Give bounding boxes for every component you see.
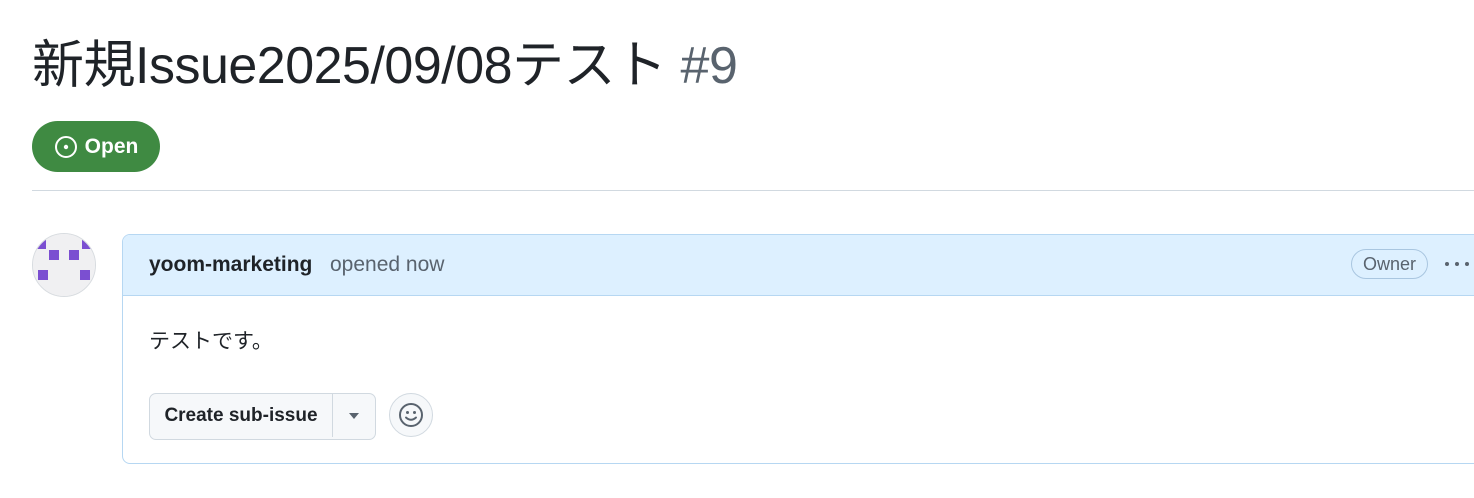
author-avatar[interactable] [32, 233, 96, 297]
issue-number: #9 [680, 37, 738, 95]
issue-title: 新規Issue2025/09/08テスト #9 [32, 30, 738, 102]
issue-title-text: 新規Issue2025/09/08テスト [32, 37, 667, 95]
triangle-down-icon [349, 412, 359, 419]
comment-body: テストです。 [149, 329, 273, 353]
issue-opened-icon [54, 135, 78, 159]
comment-author-link[interactable]: yoom-marketing [149, 253, 312, 277]
comment-header: yoom-marketing opened now Owner [123, 235, 1474, 296]
create-sub-issue-group: Create sub-issue [149, 393, 376, 440]
smiley-icon [399, 403, 423, 427]
add-reaction-button[interactable] [389, 393, 433, 437]
identicon [33, 234, 95, 296]
issue-state-badge: Open [32, 121, 160, 172]
comment-options-button[interactable] [1445, 251, 1474, 277]
comment-timestamp[interactable]: opened now [330, 253, 444, 277]
issue-page: 新規Issue2025/09/08テスト #9 Open yoom-marketi… [0, 0, 1474, 498]
kebab-horizontal-icon [1455, 262, 1459, 266]
owner-badge: Owner [1351, 249, 1429, 279]
issue-state-label: Open [84, 134, 139, 158]
issue-comment: yoom-marketing opened now Owner テストです。 C… [122, 234, 1474, 464]
kebab-horizontal-icon [1445, 262, 1449, 266]
create-sub-issue-button[interactable]: Create sub-issue [150, 394, 333, 437]
sub-issue-dropdown-button[interactable] [333, 394, 375, 437]
header-divider [32, 190, 1474, 191]
kebab-horizontal-icon [1465, 262, 1469, 266]
